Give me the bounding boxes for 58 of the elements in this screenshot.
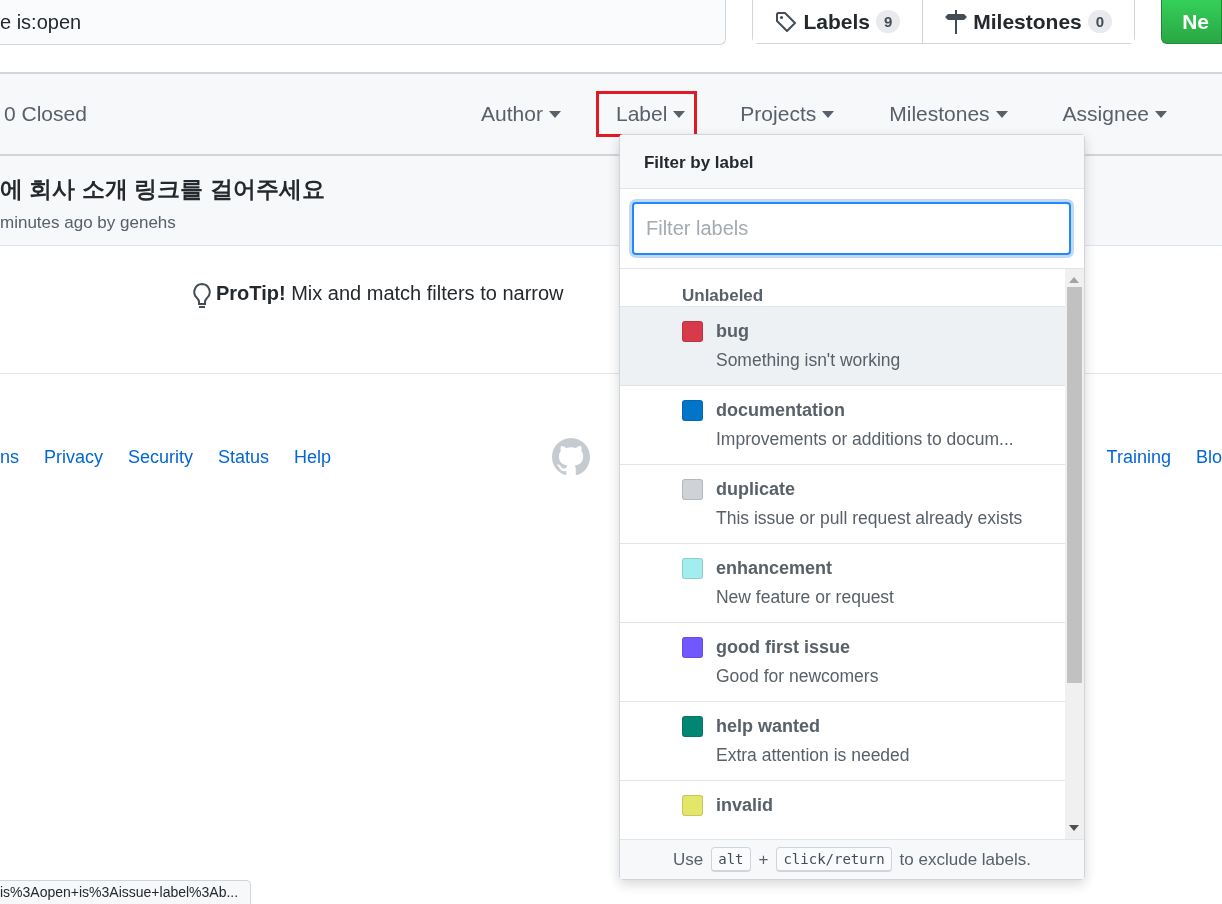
caret-icon — [1155, 110, 1167, 118]
label-name: bug — [715, 321, 750, 342]
label-name: good first issue — [715, 637, 851, 658]
status-url: is%3Aopen+is%3Aissue+label%3Ab... — [0, 880, 252, 904]
label-description: Improvements or additions to docum... — [715, 429, 1014, 450]
caret-icon — [548, 110, 561, 118]
label-name: documentation — [715, 400, 846, 421]
label-item[interactable]: documentation Improvements or additions to docum... — [619, 386, 1065, 465]
menu-title: Filter by label — [619, 135, 1084, 189]
filter-dropdown[interactable]: Assignee — [1042, 91, 1179, 137]
filter-dropdown[interactable]: Projects — [720, 91, 847, 137]
label-name: duplicate — [715, 479, 796, 500]
count-badge: 9 — [875, 10, 901, 33]
hint-text: Use — [672, 849, 704, 870]
plus-sign: + — [758, 849, 769, 870]
label-item[interactable]: good first issue Good for newcomers — [619, 623, 1065, 702]
protip-text: ProTip! Mix and match filters to narrow — [216, 282, 564, 305]
count-badge: 0 — [1087, 10, 1113, 33]
footer-link[interactable]: Training — [1106, 446, 1171, 468]
lightbulb-icon — [192, 282, 212, 310]
label-item[interactable]: help wanted Extra attention is needed — [619, 702, 1065, 781]
tag-icon — [775, 10, 798, 33]
nav-button[interactable]: Labels 9 — [753, 0, 924, 43]
label-description: Extra attention is needed — [715, 745, 910, 766]
label-description: Something isn't working — [715, 350, 901, 371]
footer-link[interactable]: Status — [218, 446, 270, 468]
label-item[interactable]: duplicate This issue or pull request already exists — [619, 465, 1065, 544]
caret-icon — [673, 110, 686, 118]
label-name: help wanted — [715, 716, 821, 737]
scroll-up-icon — [1069, 277, 1080, 283]
footer-link[interactable]: Blo — [1196, 446, 1222, 468]
caret-icon — [995, 110, 1008, 118]
footer-link[interactable]: ns — [0, 446, 19, 468]
label-name: invalid — [715, 795, 773, 816]
scrollbar[interactable] — [1064, 269, 1084, 839]
label-description: New feature or request — [715, 587, 894, 608]
scroll-down-icon — [1069, 825, 1080, 831]
filter-dropdown[interactable]: Milestones — [869, 91, 1020, 137]
hint-text: to exclude labels. — [899, 849, 1031, 870]
issue-meta: minutes ago by genehs — [0, 213, 176, 233]
label-name: enhancement — [715, 558, 833, 579]
label-description: This issue or pull request already exists — [715, 508, 1023, 529]
github-logo-icon — [552, 438, 590, 476]
footer-link[interactable]: Security — [128, 446, 194, 468]
signpost-icon — [945, 9, 968, 34]
search-field[interactable]: e is:open — [0, 0, 727, 45]
label-item[interactable]: enhancement New feature or request — [619, 544, 1065, 623]
label-item[interactable]: bug Something isn't working — [619, 307, 1065, 386]
footer-link[interactable]: Privacy — [44, 446, 104, 468]
key-label: alt — [711, 847, 751, 872]
caret-icon — [822, 110, 835, 118]
closed-tab[interactable]: 0 Closed — [0, 102, 87, 126]
footer-link[interactable]: Help — [294, 446, 332, 468]
filter-input[interactable]: Filter labels — [631, 202, 1071, 255]
issue-title[interactable]: 에 회사 소개 링크를 걸어주세요 — [0, 174, 325, 205]
filter-dropdown[interactable]: Author — [461, 91, 573, 137]
key-label: click/return — [776, 847, 892, 872]
label-description: Good for newcomers — [715, 666, 879, 687]
